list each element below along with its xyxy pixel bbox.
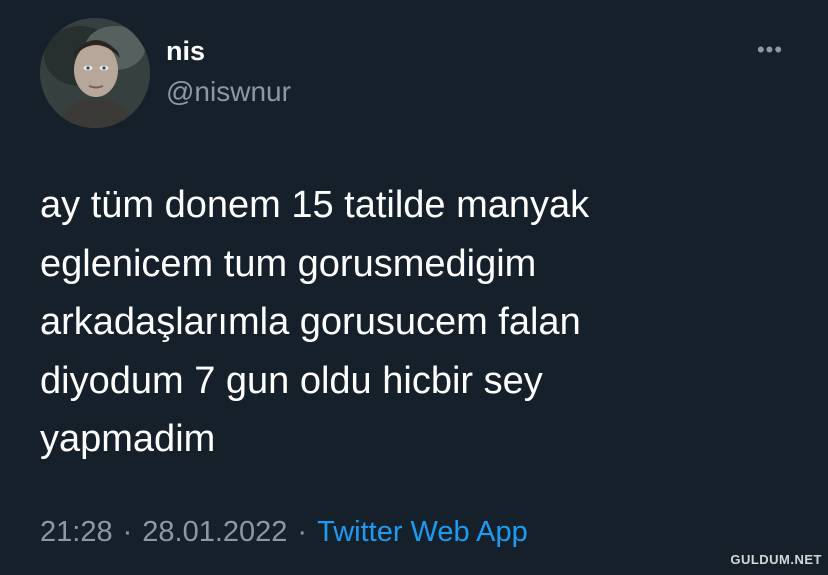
profile-photo [40, 18, 150, 128]
avatar[interactable] [40, 18, 150, 128]
more-options-button[interactable]: ••• [752, 37, 788, 62]
separator: · [297, 516, 308, 548]
tweet-date[interactable]: 28.01.2022 [142, 516, 287, 548]
tweet-source-link[interactable]: Twitter Web App [317, 516, 528, 548]
display-name[interactable]: nis [166, 36, 205, 67]
separator: · [122, 516, 133, 548]
watermark: GULDUM.NET [730, 552, 822, 567]
user-handle[interactable]: @niswnur [166, 76, 291, 108]
tweet-text: ay tüm donem 15 tatilde manyak eglenicem… [40, 184, 590, 460]
more-horizontal-icon: ••• [756, 37, 784, 62]
tweet-time[interactable]: 21:28 [40, 516, 113, 548]
tweet-meta: 21:28 · 28.01.2022 · Twitter Web App [40, 516, 528, 549]
